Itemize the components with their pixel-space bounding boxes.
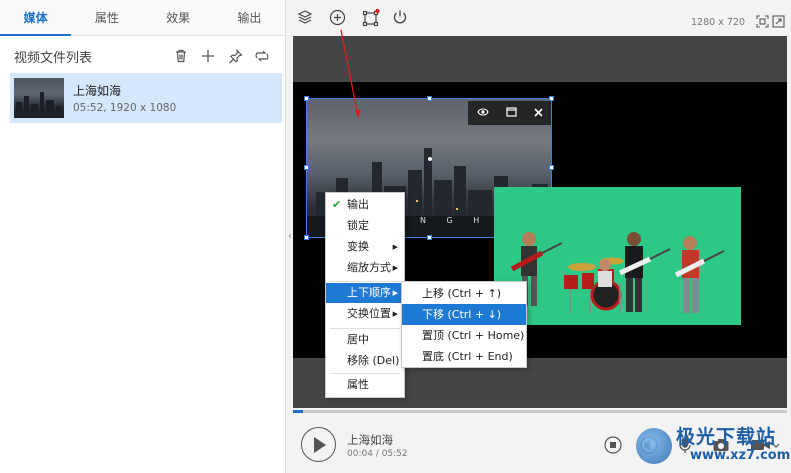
file-thumbnail	[14, 78, 64, 118]
media-panel: 媒体 属性 效果 输出 视频文件列表 上海如海 05:52, 1920 x 10…	[0, 0, 286, 473]
progress-fill	[293, 410, 303, 413]
tab-output[interactable]: 输出	[214, 0, 285, 35]
watermark: 极光下载站 www.xz7.com	[636, 422, 790, 468]
file-name: 上海如海	[73, 84, 122, 98]
menu-divider	[330, 281, 400, 282]
watermark-title: 极光下载站	[676, 426, 777, 448]
submenu-arrow-icon: ▶	[392, 310, 398, 318]
band-video-layer[interactable]	[494, 187, 741, 325]
file-list-title: 视频文件列表	[14, 50, 93, 66]
resize-handle[interactable]	[427, 235, 432, 240]
submenu-item-move-down[interactable]: 下移 (Ctrl + ↓)	[402, 304, 526, 325]
context-menu: ✔ 输出 锁定 变换 ▶ 缩放方式 ▶ 上下顺序 ▶ 交换位置 ▶ 居中 移除 (Del)…	[325, 192, 405, 398]
order-submenu: 上移 (Ctrl + ↑) 下移 (Ctrl + ↓) 置顶 (Ctrl + H…	[401, 281, 527, 368]
add-circle-icon[interactable]	[329, 9, 347, 27]
submenu-arrow-icon: ▶	[392, 243, 398, 251]
resize-handle[interactable]	[549, 165, 554, 170]
resize-handle[interactable]	[304, 96, 309, 101]
loop-icon[interactable]	[251, 45, 273, 67]
file-list-header: 视频文件列表	[0, 36, 285, 76]
tab-media[interactable]: 媒体	[0, 0, 72, 36]
trash-icon[interactable]	[170, 45, 192, 67]
submenu-arrow-icon: ▶	[392, 264, 398, 272]
submenu-item-move-up[interactable]: 上移 (Ctrl + ↑)	[402, 283, 526, 304]
menu-divider	[330, 373, 400, 374]
tab-bar: 媒体 属性 效果 输出	[0, 0, 285, 36]
menu-item-order[interactable]: 上下顺序 ▶	[326, 283, 404, 303]
plus-icon[interactable]	[197, 45, 219, 67]
submenu-item-bring-to-top[interactable]: 置顶 (Ctrl + Home)	[402, 325, 526, 346]
resize-handle[interactable]	[549, 96, 554, 101]
file-meta: 05:52, 1920 x 1080	[73, 102, 177, 114]
submenu-item-send-to-bottom[interactable]: 置底 (Ctrl + End)	[402, 346, 526, 367]
canvas-toolbar: 1280 x 720	[286, 0, 791, 36]
stop-icon[interactable]	[604, 436, 622, 454]
tab-properties[interactable]: 属性	[71, 0, 142, 35]
menu-divider	[330, 328, 400, 329]
resolution-label: 1280 x 720	[691, 17, 745, 28]
menu-item-swap-position[interactable]: 交换位置 ▶	[326, 304, 404, 324]
submenu-arrow-icon: ▶	[392, 289, 398, 297]
menu-item-output[interactable]: ✔ 输出	[326, 195, 404, 215]
crop-icon[interactable]	[362, 9, 380, 27]
resize-handle[interactable]	[427, 96, 432, 101]
power-icon[interactable]	[392, 9, 410, 27]
check-icon: ✔	[332, 198, 342, 211]
player-time: 00:04 / 05:52	[347, 449, 408, 459]
menu-item-remove[interactable]: 移除 (Del)	[326, 351, 404, 371]
menu-item-center[interactable]: 居中	[326, 330, 404, 350]
file-list-item[interactable]: 上海如海 05:52, 1920 x 1080	[10, 73, 282, 123]
fit-screen-icon[interactable]	[756, 15, 769, 28]
anchor-point[interactable]	[428, 157, 432, 161]
progress-bar[interactable]	[293, 410, 787, 413]
resize-handle[interactable]	[304, 235, 309, 240]
menu-item-properties[interactable]: 属性	[326, 375, 404, 395]
pin-icon[interactable]	[224, 45, 246, 67]
player-title: 上海如海	[347, 433, 393, 447]
menu-item-transform[interactable]: 变换 ▶	[326, 237, 404, 257]
layers-icon[interactable]	[297, 9, 315, 27]
tab-effects[interactable]: 效果	[143, 0, 214, 35]
watermark-url: www.xz7.com	[690, 448, 791, 463]
play-button[interactable]	[301, 427, 336, 462]
watermark-logo	[636, 428, 672, 464]
menu-item-lock[interactable]: 锁定	[326, 216, 404, 236]
resize-handle[interactable]	[304, 165, 309, 170]
menu-item-scale-mode[interactable]: 缩放方式 ▶	[326, 258, 404, 278]
fullscreen-icon[interactable]	[772, 15, 785, 28]
